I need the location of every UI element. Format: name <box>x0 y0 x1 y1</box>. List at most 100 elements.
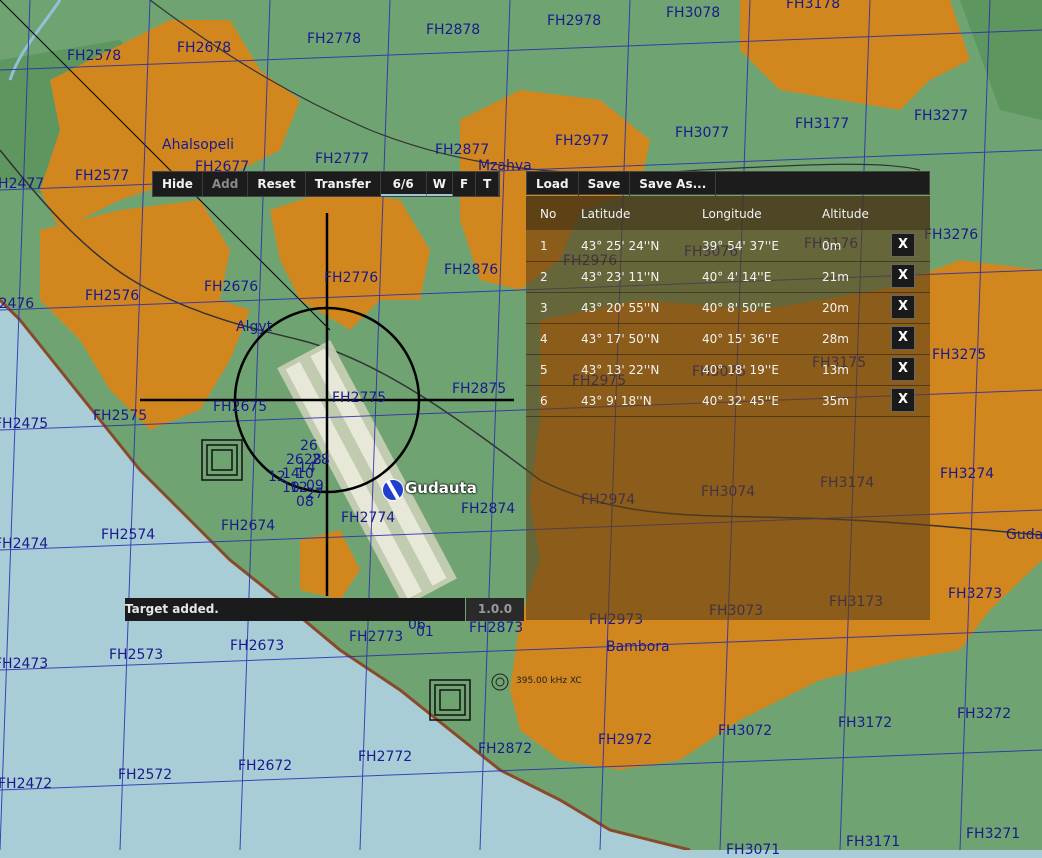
row-number: 6 <box>540 394 548 408</box>
grid-label: FH2573 <box>109 647 164 663</box>
row-altitude: 28m <box>822 332 849 346</box>
save-as-button[interactable]: Save As... <box>630 172 717 196</box>
grid-label: FH2672 <box>238 758 293 774</box>
grid-label: FH2978 <box>547 13 602 29</box>
row-latitude: 43° 23' 11''N <box>581 270 660 284</box>
grid-label: FH2876 <box>444 262 499 278</box>
row-latitude: 43° 25' 24''N <box>581 239 660 253</box>
grid-label: FH2977 <box>555 133 610 149</box>
grid-label: FH2678 <box>177 40 232 56</box>
transfer-button[interactable]: Transfer <box>306 172 381 196</box>
grid-label: FH2577 <box>75 168 130 184</box>
grid-label: FH2777 <box>315 151 370 167</box>
tab-t[interactable]: T <box>476 172 500 196</box>
row-number: 5 <box>540 363 548 377</box>
grid-label: FH3272 <box>957 706 1012 722</box>
row-altitude: 20m <box>822 301 849 315</box>
row-longitude: 40° 32' 45''E <box>702 394 779 408</box>
grid-label: FH2578 <box>67 48 122 64</box>
delete-row-button[interactable]: X <box>891 233 915 257</box>
grid-label: FH3171 <box>846 834 901 850</box>
column-header-no: No <box>540 207 557 221</box>
grid-label: FH3072 <box>718 723 773 739</box>
grid-label: FH3271 <box>966 826 1021 842</box>
runway-number: 14 <box>298 460 316 476</box>
delete-row-button[interactable]: X <box>891 326 915 350</box>
grid-label: FH2575 <box>93 408 148 424</box>
grid-label: FH3172 <box>838 715 893 731</box>
row-longitude: 40° 4' 14''E <box>702 270 772 284</box>
tab-w[interactable]: W <box>426 172 453 196</box>
grid-label: FH2875 <box>452 381 507 397</box>
grid-label: FH2878 <box>426 22 481 38</box>
row-number: 4 <box>540 332 548 346</box>
grid-label: FH3077 <box>675 125 730 141</box>
delete-row-button[interactable]: X <box>891 357 915 381</box>
column-header-altitude: Altitude <box>822 207 869 221</box>
hide-button[interactable]: Hide <box>153 172 203 196</box>
town-label: Ahalsopeli <box>162 137 235 153</box>
target-toolbar: Hide Add Reset Transfer 6/6 W F T <box>152 171 501 197</box>
grid-label: FH2477 <box>0 176 45 192</box>
delete-row-button[interactable]: X <box>891 295 915 319</box>
grid-label: FH2872 <box>478 741 533 757</box>
table-row[interactable]: 4 43° 17' 50''N 40° 15' 36''E 28m X <box>526 323 930 355</box>
grid-label: FH3277 <box>914 108 969 124</box>
row-altitude: 21m <box>822 270 849 284</box>
grid-label: FH2775 <box>332 390 387 406</box>
town-label: Bambora <box>606 639 670 655</box>
grid-label: FH3078 <box>666 5 721 21</box>
table-row[interactable]: 2 43° 23' 11''N 40° 4' 14''E 21m X <box>526 261 930 293</box>
grid-label: FH2778 <box>307 31 362 47</box>
grid-label: FH2773 <box>349 629 404 645</box>
ndb-label: 395.00 kHz XC <box>516 676 582 686</box>
table-row[interactable]: 1 43° 25' 24''N 39° 54' 37''E 0m X <box>526 230 930 262</box>
status-message: Target added. <box>125 602 219 616</box>
page-indicator-button[interactable]: 6/6 <box>380 172 427 196</box>
row-altitude: 0m <box>822 239 842 253</box>
grid-label: FH2673 <box>230 638 285 654</box>
table-row[interactable]: 6 43° 9' 18''N 40° 32' 45''E 35m X <box>526 385 930 417</box>
table-header: No Latitude Longitude Altitude <box>526 196 930 230</box>
row-number: 1 <box>540 239 548 253</box>
tab-f[interactable]: F <box>453 172 477 196</box>
grid-label: FH2772 <box>358 749 413 765</box>
grid-label: FH3275 <box>932 347 987 363</box>
load-button[interactable]: Load <box>527 172 579 196</box>
add-button[interactable]: Add <box>203 172 249 196</box>
status-bar: Target added. <box>125 598 465 621</box>
grid-label: FH2877 <box>435 142 490 158</box>
reset-button[interactable]: Reset <box>248 172 306 196</box>
airport-label: Gudauta <box>405 479 477 497</box>
row-number: 2 <box>540 270 548 284</box>
row-longitude: 40° 8' 50''E <box>702 301 772 315</box>
delete-row-button[interactable]: X <box>891 264 915 288</box>
grid-label: FH2676 <box>204 279 259 295</box>
delete-row-button[interactable]: X <box>891 388 915 412</box>
row-longitude: 40° 15' 36''E <box>702 332 779 346</box>
target-table-panel: No Latitude Longitude Altitude 1 43° 25'… <box>526 196 930 620</box>
runway-number: 01 <box>416 624 434 640</box>
grid-label: FH2873 <box>469 620 524 636</box>
grid-label: FH2473 <box>0 656 49 672</box>
file-toolbar: Load Save Save As... <box>526 171 930 196</box>
save-button[interactable]: Save <box>579 172 631 196</box>
version-label: 1.0.0 <box>466 598 524 621</box>
table-row[interactable]: 3 43° 20' 55''N 40° 8' 50''E 20m X <box>526 292 930 324</box>
row-altitude: 35m <box>822 394 849 408</box>
grid-label: FH3178 <box>786 0 841 12</box>
row-latitude: 43° 17' 50''N <box>581 332 660 346</box>
grid-label: FH3071 <box>726 842 781 858</box>
grid-label: FH2675 <box>213 399 268 415</box>
row-latitude: 43° 9' 18''N <box>581 394 652 408</box>
row-longitude: 39° 54' 37''E <box>702 239 779 253</box>
grid-label: FH2472 <box>0 776 53 792</box>
runway-number: 08 <box>296 494 314 510</box>
grid-label: FH2674 <box>221 518 276 534</box>
town-label: Guda <box>1006 527 1042 543</box>
row-latitude: 43° 20' 55''N <box>581 301 660 315</box>
row-number: 3 <box>540 301 548 315</box>
row-altitude: 13m <box>822 363 849 377</box>
table-row[interactable]: 5 43° 13' 22''N 40° 18' 19''E 13m X <box>526 354 930 386</box>
airport-icon[interactable] <box>382 479 404 501</box>
